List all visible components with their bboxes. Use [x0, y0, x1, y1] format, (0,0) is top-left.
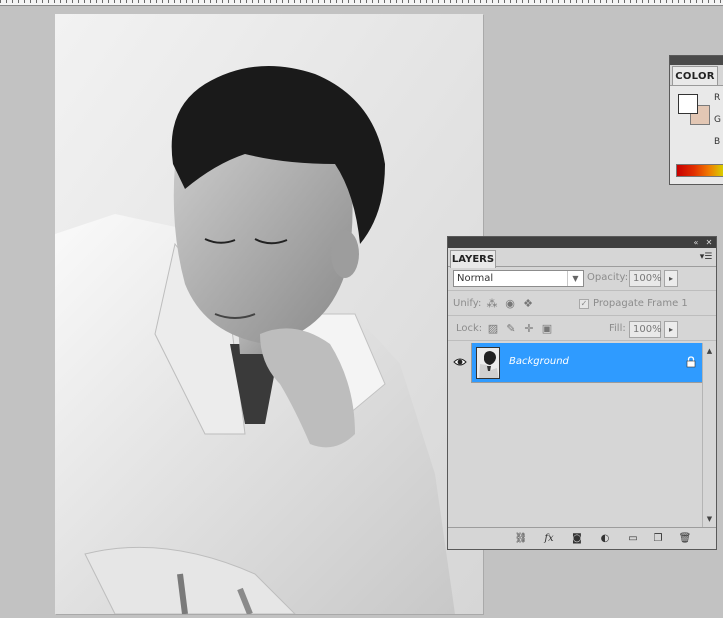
document-canvas[interactable] — [55, 14, 483, 614]
color-panel-body: R G B — [670, 85, 723, 184]
tab-color[interactable]: COLOR — [672, 66, 718, 86]
blend-opacity-row: Normal ▼ Opacity: 100% ▸ — [448, 267, 716, 291]
color-panel-titlebar[interactable] — [670, 56, 723, 65]
fill-slider-button[interactable]: ▸ — [664, 321, 678, 338]
layer-name[interactable]: Background — [509, 356, 569, 367]
blend-mode-select[interactable]: Normal ▼ — [453, 270, 584, 287]
blend-mode-value: Normal — [457, 273, 494, 284]
lock-image-icon[interactable]: ✎ — [504, 322, 518, 336]
add-mask-icon[interactable]: ◙ — [569, 532, 585, 546]
link-layers-icon[interactable]: ⛓ — [513, 532, 529, 546]
propagate-frame-label: Propagate Frame 1 — [593, 298, 688, 309]
layer-thumbnail — [476, 347, 500, 379]
lock-icon — [686, 356, 696, 368]
channel-b-label: B — [714, 137, 721, 147]
unify-row: Unify: ⁂ ◉ ❖ ✓ Propagate Frame 1 — [448, 292, 716, 316]
tab-layers[interactable]: LAYERS — [450, 250, 496, 268]
new-group-icon[interactable]: ▭ — [625, 532, 641, 546]
foreground-color-swatch[interactable] — [678, 94, 698, 114]
channel-g-label: G — [714, 115, 721, 125]
unify-position-icon[interactable]: ⁂ — [485, 297, 499, 311]
fill-label: Fill: — [609, 323, 626, 334]
new-layer-icon[interactable]: ❐ — [650, 532, 666, 546]
layers-footer: ⛓ fx ◙ ◐ ▭ ❐ 🗑 — [448, 527, 716, 549]
layers-tab-row: LAYERS ▾☰ — [448, 248, 716, 268]
unify-style-icon[interactable]: ❖ — [521, 297, 535, 311]
fill-field[interactable]: 100% — [629, 321, 662, 338]
color-spectrum-bar[interactable] — [676, 164, 723, 177]
scroll-up-arrow-icon[interactable]: ▲ — [703, 345, 716, 357]
scroll-down-arrow-icon[interactable]: ▼ — [703, 513, 716, 525]
close-panel-icon[interactable]: ✕ — [703, 237, 715, 248]
delete-layer-icon[interactable]: 🗑 — [677, 532, 693, 546]
adjustment-layer-icon[interactable]: ◐ — [597, 532, 613, 546]
opacity-label: Opacity: — [587, 272, 629, 283]
horizontal-ruler — [0, 0, 723, 6]
layer-list: Background — [448, 343, 716, 527]
layer-row-background[interactable]: Background — [448, 343, 702, 383]
lock-all-icon[interactable]: ▣ — [540, 322, 554, 336]
lock-transparent-icon[interactable]: ▨ — [486, 322, 500, 336]
unify-label: Unify: — [453, 298, 482, 309]
layers-scrollbar[interactable]: ▲ ▼ — [702, 343, 716, 527]
eye-icon — [453, 358, 467, 366]
opacity-field[interactable]: 100% — [629, 270, 662, 287]
layers-panel-titlebar[interactable]: « ✕ — [448, 237, 716, 248]
opacity-slider-button[interactable]: ▸ — [664, 270, 678, 287]
unify-visibility-icon[interactable]: ◉ — [503, 297, 517, 311]
layer-style-fx-icon[interactable]: fx — [541, 532, 557, 546]
lock-label: Lock: — [456, 323, 483, 334]
propagate-frame-checkbox[interactable]: ✓ — [579, 299, 589, 309]
visibility-toggle[interactable] — [448, 343, 472, 383]
panel-menu-icon[interactable]: ▾☰ — [699, 252, 713, 262]
chevron-down-icon: ▼ — [567, 271, 583, 286]
lock-fill-row: Lock: ▨ ✎ ✛ ▣ Fill: 100% ▸ — [448, 317, 716, 341]
color-panel: COLOR R G B — [669, 55, 723, 185]
photo-image — [55, 14, 483, 614]
collapse-panel-icon[interactable]: « — [690, 237, 702, 248]
channel-r-label: R — [714, 93, 721, 103]
lock-position-icon[interactable]: ✛ — [522, 322, 536, 336]
layers-panel: « ✕ LAYERS ▾☰ Normal ▼ Opacity: 100% ▸ U… — [447, 236, 717, 550]
